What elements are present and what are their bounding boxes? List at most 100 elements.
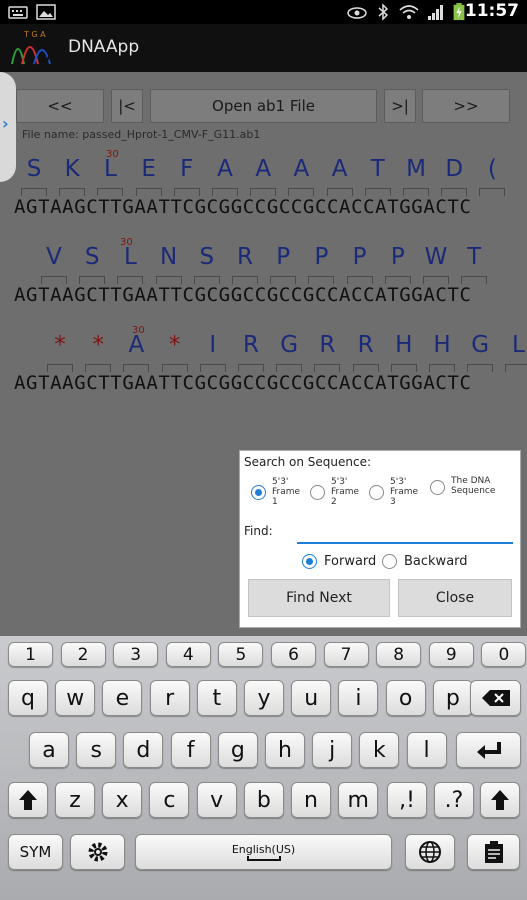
amino-acid: M bbox=[406, 156, 426, 182]
key-n[interactable]: n bbox=[291, 782, 331, 818]
key-t[interactable]: t bbox=[196, 680, 237, 716]
first-button[interactable]: << bbox=[16, 89, 104, 123]
codon-bracket bbox=[199, 364, 226, 372]
number-key-7[interactable]: 7 bbox=[323, 642, 369, 667]
codon-bracket bbox=[352, 364, 379, 372]
key-k[interactable]: k bbox=[359, 732, 400, 768]
amino-acid: F bbox=[180, 156, 194, 182]
key-v[interactable]: v bbox=[196, 782, 237, 818]
find-next-button[interactable]: Find Next bbox=[248, 579, 390, 617]
key-y[interactable]: y bbox=[244, 680, 284, 716]
amino-acid: T bbox=[467, 244, 482, 270]
bluetooth-icon bbox=[378, 3, 389, 21]
comma-key[interactable]: ,! bbox=[387, 782, 427, 818]
amino-acid: G bbox=[471, 332, 490, 358]
number-key-0[interactable]: 0 bbox=[481, 642, 527, 667]
key-z[interactable]: z bbox=[55, 782, 95, 818]
number-key-5[interactable]: 5 bbox=[218, 642, 264, 667]
number-key-9[interactable]: 9 bbox=[428, 642, 474, 667]
key-o[interactable]: o bbox=[385, 680, 426, 716]
sequence-area[interactable]: 30 S K L E F A A A A T M D( AGTAAGCTTGAATTCGCGGCCGC… bbox=[14, 146, 527, 446]
amino-acid: R bbox=[357, 332, 374, 358]
find-label: Find: bbox=[244, 524, 273, 538]
amino-acid: A bbox=[293, 156, 310, 182]
frame-2-radio[interactable] bbox=[310, 485, 325, 500]
period-key[interactable]: .? bbox=[434, 782, 474, 818]
clock: 11:57 bbox=[464, 1, 519, 21]
key-g[interactable]: g bbox=[217, 732, 258, 768]
clipboard-key[interactable] bbox=[467, 834, 520, 870]
last-button[interactable]: >> bbox=[422, 89, 510, 123]
backward-radio[interactable] bbox=[382, 554, 397, 569]
space-key[interactable]: English(US) bbox=[135, 834, 392, 870]
signal-icon bbox=[428, 5, 443, 20]
forward-radio[interactable] bbox=[302, 554, 317, 569]
dna-sequence-radio[interactable] bbox=[430, 480, 445, 495]
key-s[interactable]: s bbox=[76, 732, 117, 768]
backspace-key[interactable] bbox=[470, 680, 521, 716]
amino-acid: H bbox=[433, 332, 451, 358]
enter-key[interactable] bbox=[456, 732, 521, 768]
key-x[interactable]: x bbox=[102, 782, 143, 818]
sym-key[interactable]: SYM bbox=[8, 834, 63, 870]
key-d[interactable]: d bbox=[123, 732, 164, 768]
dna-sequence: AGTAAGCTTGAATTCGCGGCCGCCGCCACCATGGACTC bbox=[14, 196, 472, 218]
key-l[interactable]: l bbox=[406, 732, 447, 768]
number-key-1[interactable]: 1 bbox=[8, 642, 53, 667]
key-p[interactable]: p bbox=[432, 680, 473, 716]
close-button[interactable]: Close bbox=[398, 579, 512, 617]
shift-key[interactable] bbox=[8, 782, 48, 818]
settings-key[interactable] bbox=[70, 834, 125, 870]
frame-1-radio[interactable] bbox=[251, 485, 266, 500]
number-key-4[interactable]: 4 bbox=[165, 642, 211, 667]
codon-bracket bbox=[276, 364, 303, 372]
codon-bracket bbox=[212, 188, 238, 196]
key-r[interactable]: r bbox=[149, 680, 190, 716]
key-b[interactable]: b bbox=[243, 782, 284, 818]
amino-acid: R bbox=[319, 332, 336, 358]
key-q[interactable]: q bbox=[8, 680, 48, 716]
dna-sequence: AGTAAGCTTGAATTCGCGGCCGCCGCCACCATGGACTC bbox=[14, 372, 472, 394]
number-key-3[interactable]: 3 bbox=[113, 642, 159, 667]
number-key-8[interactable]: 8 bbox=[376, 642, 422, 667]
key-h[interactable]: h bbox=[265, 732, 305, 768]
key-m[interactable]: m bbox=[338, 782, 379, 818]
key-u[interactable]: u bbox=[291, 680, 332, 716]
amino-acid: A bbox=[217, 156, 233, 182]
key-j[interactable]: j bbox=[312, 732, 353, 768]
amino-acid: A bbox=[331, 156, 348, 182]
amino-acid: P bbox=[390, 244, 405, 270]
amino-acid: * bbox=[54, 332, 66, 358]
start-button[interactable]: |< bbox=[111, 89, 143, 123]
number-key-6[interactable]: 6 bbox=[271, 642, 316, 667]
codon-bracket bbox=[21, 188, 47, 196]
key-w[interactable]: w bbox=[55, 680, 96, 716]
amino-acid: V bbox=[46, 244, 62, 270]
amino-acid: N bbox=[159, 244, 178, 270]
codon-bracket bbox=[155, 276, 182, 284]
key-e[interactable]: e bbox=[102, 680, 143, 716]
frame-2-label: 5'3' Frame 2 bbox=[331, 477, 360, 507]
codon-bracket bbox=[173, 188, 200, 196]
codon-bracket bbox=[505, 364, 527, 372]
key-i[interactable]: i bbox=[338, 680, 379, 716]
globe-key[interactable] bbox=[405, 834, 455, 870]
end-button[interactable]: >| bbox=[384, 89, 416, 123]
key-f[interactable]: f bbox=[170, 732, 211, 768]
shift-icon bbox=[19, 790, 37, 810]
open-ab1-file-button[interactable]: Open ab1 File bbox=[150, 89, 377, 123]
amino-acid: L bbox=[511, 332, 525, 358]
frame-3-radio[interactable] bbox=[369, 485, 384, 500]
shift-key-right[interactable] bbox=[480, 782, 520, 818]
comma-key-label: ,! bbox=[399, 787, 415, 813]
codon-bracket bbox=[384, 276, 411, 284]
find-input[interactable] bbox=[297, 520, 513, 544]
side-panel-handle[interactable]: › bbox=[0, 72, 16, 182]
key-c[interactable]: c bbox=[149, 782, 190, 818]
codon-bracket bbox=[59, 188, 86, 196]
codon-bracket bbox=[308, 276, 335, 284]
key-a[interactable]: a bbox=[29, 732, 69, 768]
shift-icon bbox=[491, 790, 509, 810]
number-key-2[interactable]: 2 bbox=[60, 642, 106, 667]
amino-acid: S bbox=[26, 156, 42, 182]
